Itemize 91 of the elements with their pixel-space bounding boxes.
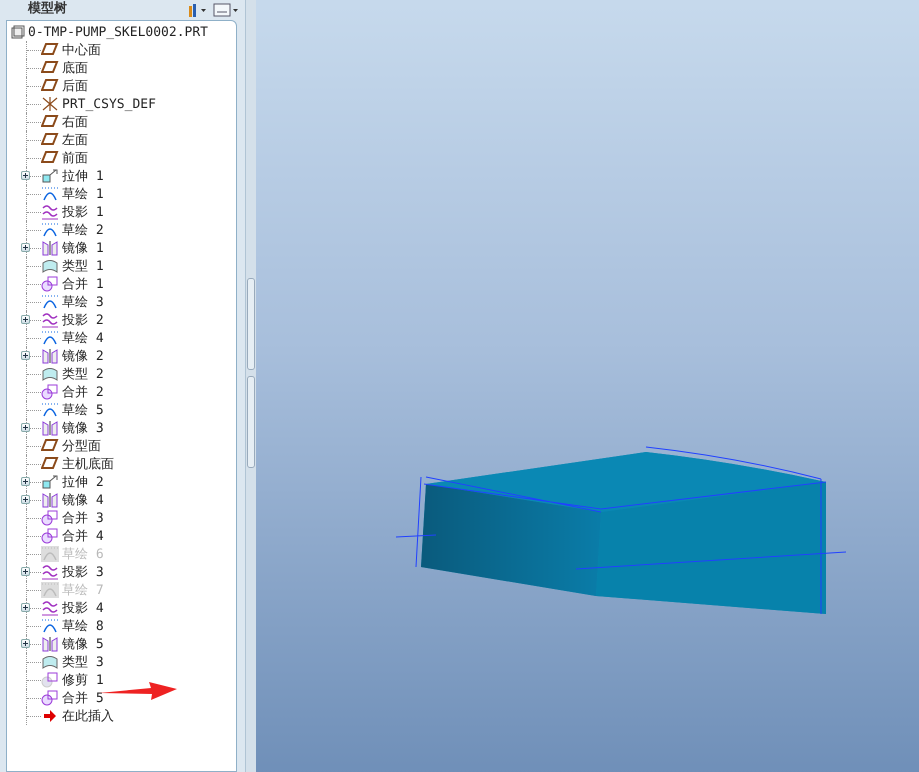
plane-icon — [41, 150, 59, 164]
tree-item[interactable]: 草绘 1 — [15, 185, 236, 203]
tree-item[interactable]: 镜像 4 — [15, 491, 236, 509]
tree-item[interactable]: 草绘 2 — [15, 221, 236, 239]
tree-item[interactable]: 类型 2 — [15, 365, 236, 383]
part-icon — [11, 25, 25, 39]
tree-item[interactable]: 在此插入 — [15, 707, 236, 725]
tree-item[interactable]: 主机底面 — [15, 455, 236, 473]
merge-shapes-icon — [41, 528, 59, 544]
tree-item[interactable]: 投影 2 — [15, 311, 236, 329]
tree-item[interactable]: 修剪 1 — [15, 671, 236, 689]
merge-shapes-icon — [41, 690, 59, 706]
tree-item[interactable]: 合并 5 — [15, 689, 236, 707]
tree-item[interactable]: 拉伸 2 — [15, 473, 236, 491]
trim-shapes-icon — [41, 672, 59, 688]
tree-item[interactable]: 投影 1 — [15, 203, 236, 221]
merge-shapes-icon — [41, 276, 59, 292]
mirror-icon — [41, 492, 59, 508]
sketch-curve-icon — [41, 402, 59, 418]
tree-item[interactable]: 合并 1 — [15, 275, 236, 293]
tree-item[interactable]: 镜像 2 — [15, 347, 236, 365]
sketch-curve-icon — [41, 546, 59, 562]
tree-item[interactable]: 前面 — [15, 149, 236, 167]
tree-item[interactable]: PRT_CSYS_DEF — [15, 95, 236, 113]
surface-patch-icon — [41, 654, 59, 670]
sketch-curve-icon — [41, 330, 59, 346]
tree-item[interactable]: 草绘 4 — [15, 329, 236, 347]
coordinate-axes-icon — [41, 96, 59, 112]
surface-patch-icon — [41, 366, 59, 382]
tree-item[interactable]: 中心面 — [15, 41, 236, 59]
expand-toggle[interactable] — [21, 315, 30, 324]
sketch-curve-icon — [41, 186, 59, 202]
expand-toggle[interactable] — [21, 243, 30, 252]
splitter-grip[interactable] — [247, 278, 255, 370]
plane-icon — [41, 114, 59, 128]
tree-item[interactable]: 后面 — [15, 77, 236, 95]
mirror-icon — [41, 420, 59, 436]
view-dropdown-button[interactable] — [213, 3, 239, 17]
tree-item[interactable]: 左面 — [15, 131, 236, 149]
extruded-block-icon — [41, 474, 59, 490]
settings-dropdown-button[interactable] — [187, 3, 207, 17]
tree-item[interactable]: 镜像 1 — [15, 239, 236, 257]
tree-item[interactable]: 草绘 3 — [15, 293, 236, 311]
projected-curve-icon — [41, 564, 59, 580]
surface-patch-icon — [41, 258, 59, 274]
sketch-curve-icon — [41, 618, 59, 634]
expand-toggle[interactable] — [21, 567, 30, 576]
tree-item[interactable]: 合并 3 — [15, 509, 236, 527]
mirror-icon — [41, 348, 59, 364]
tree-root[interactable]: 0-TMP-PUMP_SKEL0002.PRT — [11, 23, 236, 41]
insert-arrow-icon — [41, 708, 59, 724]
plane-icon — [41, 438, 59, 452]
expand-toggle[interactable] — [21, 603, 30, 612]
splitter-grip[interactable] — [247, 376, 255, 468]
tree-item[interactable]: 分型面 — [15, 437, 236, 455]
plane-icon — [41, 456, 59, 470]
tree-item[interactable]: 类型 1 — [15, 257, 236, 275]
expand-toggle[interactable] — [21, 171, 30, 180]
mirror-icon — [41, 636, 59, 652]
plane-icon — [41, 42, 59, 56]
plane-icon — [41, 132, 59, 146]
sketch-curve-icon — [41, 294, 59, 310]
tree-item[interactable]: 投影 4 — [15, 599, 236, 617]
sketch-curve-icon — [41, 582, 59, 598]
tree-item[interactable]: 合并 4 — [15, 527, 236, 545]
tree-item[interactable]: 镜像 5 — [15, 635, 236, 653]
extruded-block-icon — [41, 168, 59, 184]
merge-shapes-icon — [41, 384, 59, 400]
tree-item[interactable]: 镜像 3 — [15, 419, 236, 437]
tree-item[interactable]: 右面 — [15, 113, 236, 131]
tree-item[interactable]: 拉伸 1 — [15, 167, 236, 185]
tree-item[interactable]: 合并 2 — [15, 383, 236, 401]
projected-curve-icon — [41, 600, 59, 616]
expand-toggle[interactable] — [21, 423, 30, 432]
tree-item[interactable]: 草绘 5 — [15, 401, 236, 419]
merge-shapes-icon — [41, 510, 59, 526]
expand-toggle[interactable] — [21, 351, 30, 360]
expand-toggle[interactable] — [21, 477, 30, 486]
expand-toggle[interactable] — [21, 495, 30, 504]
projected-curve-icon — [41, 204, 59, 220]
sketch-curve-icon — [41, 222, 59, 238]
plane-icon — [41, 60, 59, 74]
tree-item[interactable]: 投影 3 — [15, 563, 236, 581]
tree-item[interactable]: 草绘 8 — [15, 617, 236, 635]
tree-item[interactable]: 类型 3 — [15, 653, 236, 671]
tree-item[interactable]: 底面 — [15, 59, 236, 77]
expand-toggle[interactable] — [21, 639, 30, 648]
mirror-icon — [41, 240, 59, 256]
projected-curve-icon — [41, 312, 59, 328]
panel-title: 模型树 — [28, 2, 67, 14]
plane-icon — [41, 78, 59, 92]
